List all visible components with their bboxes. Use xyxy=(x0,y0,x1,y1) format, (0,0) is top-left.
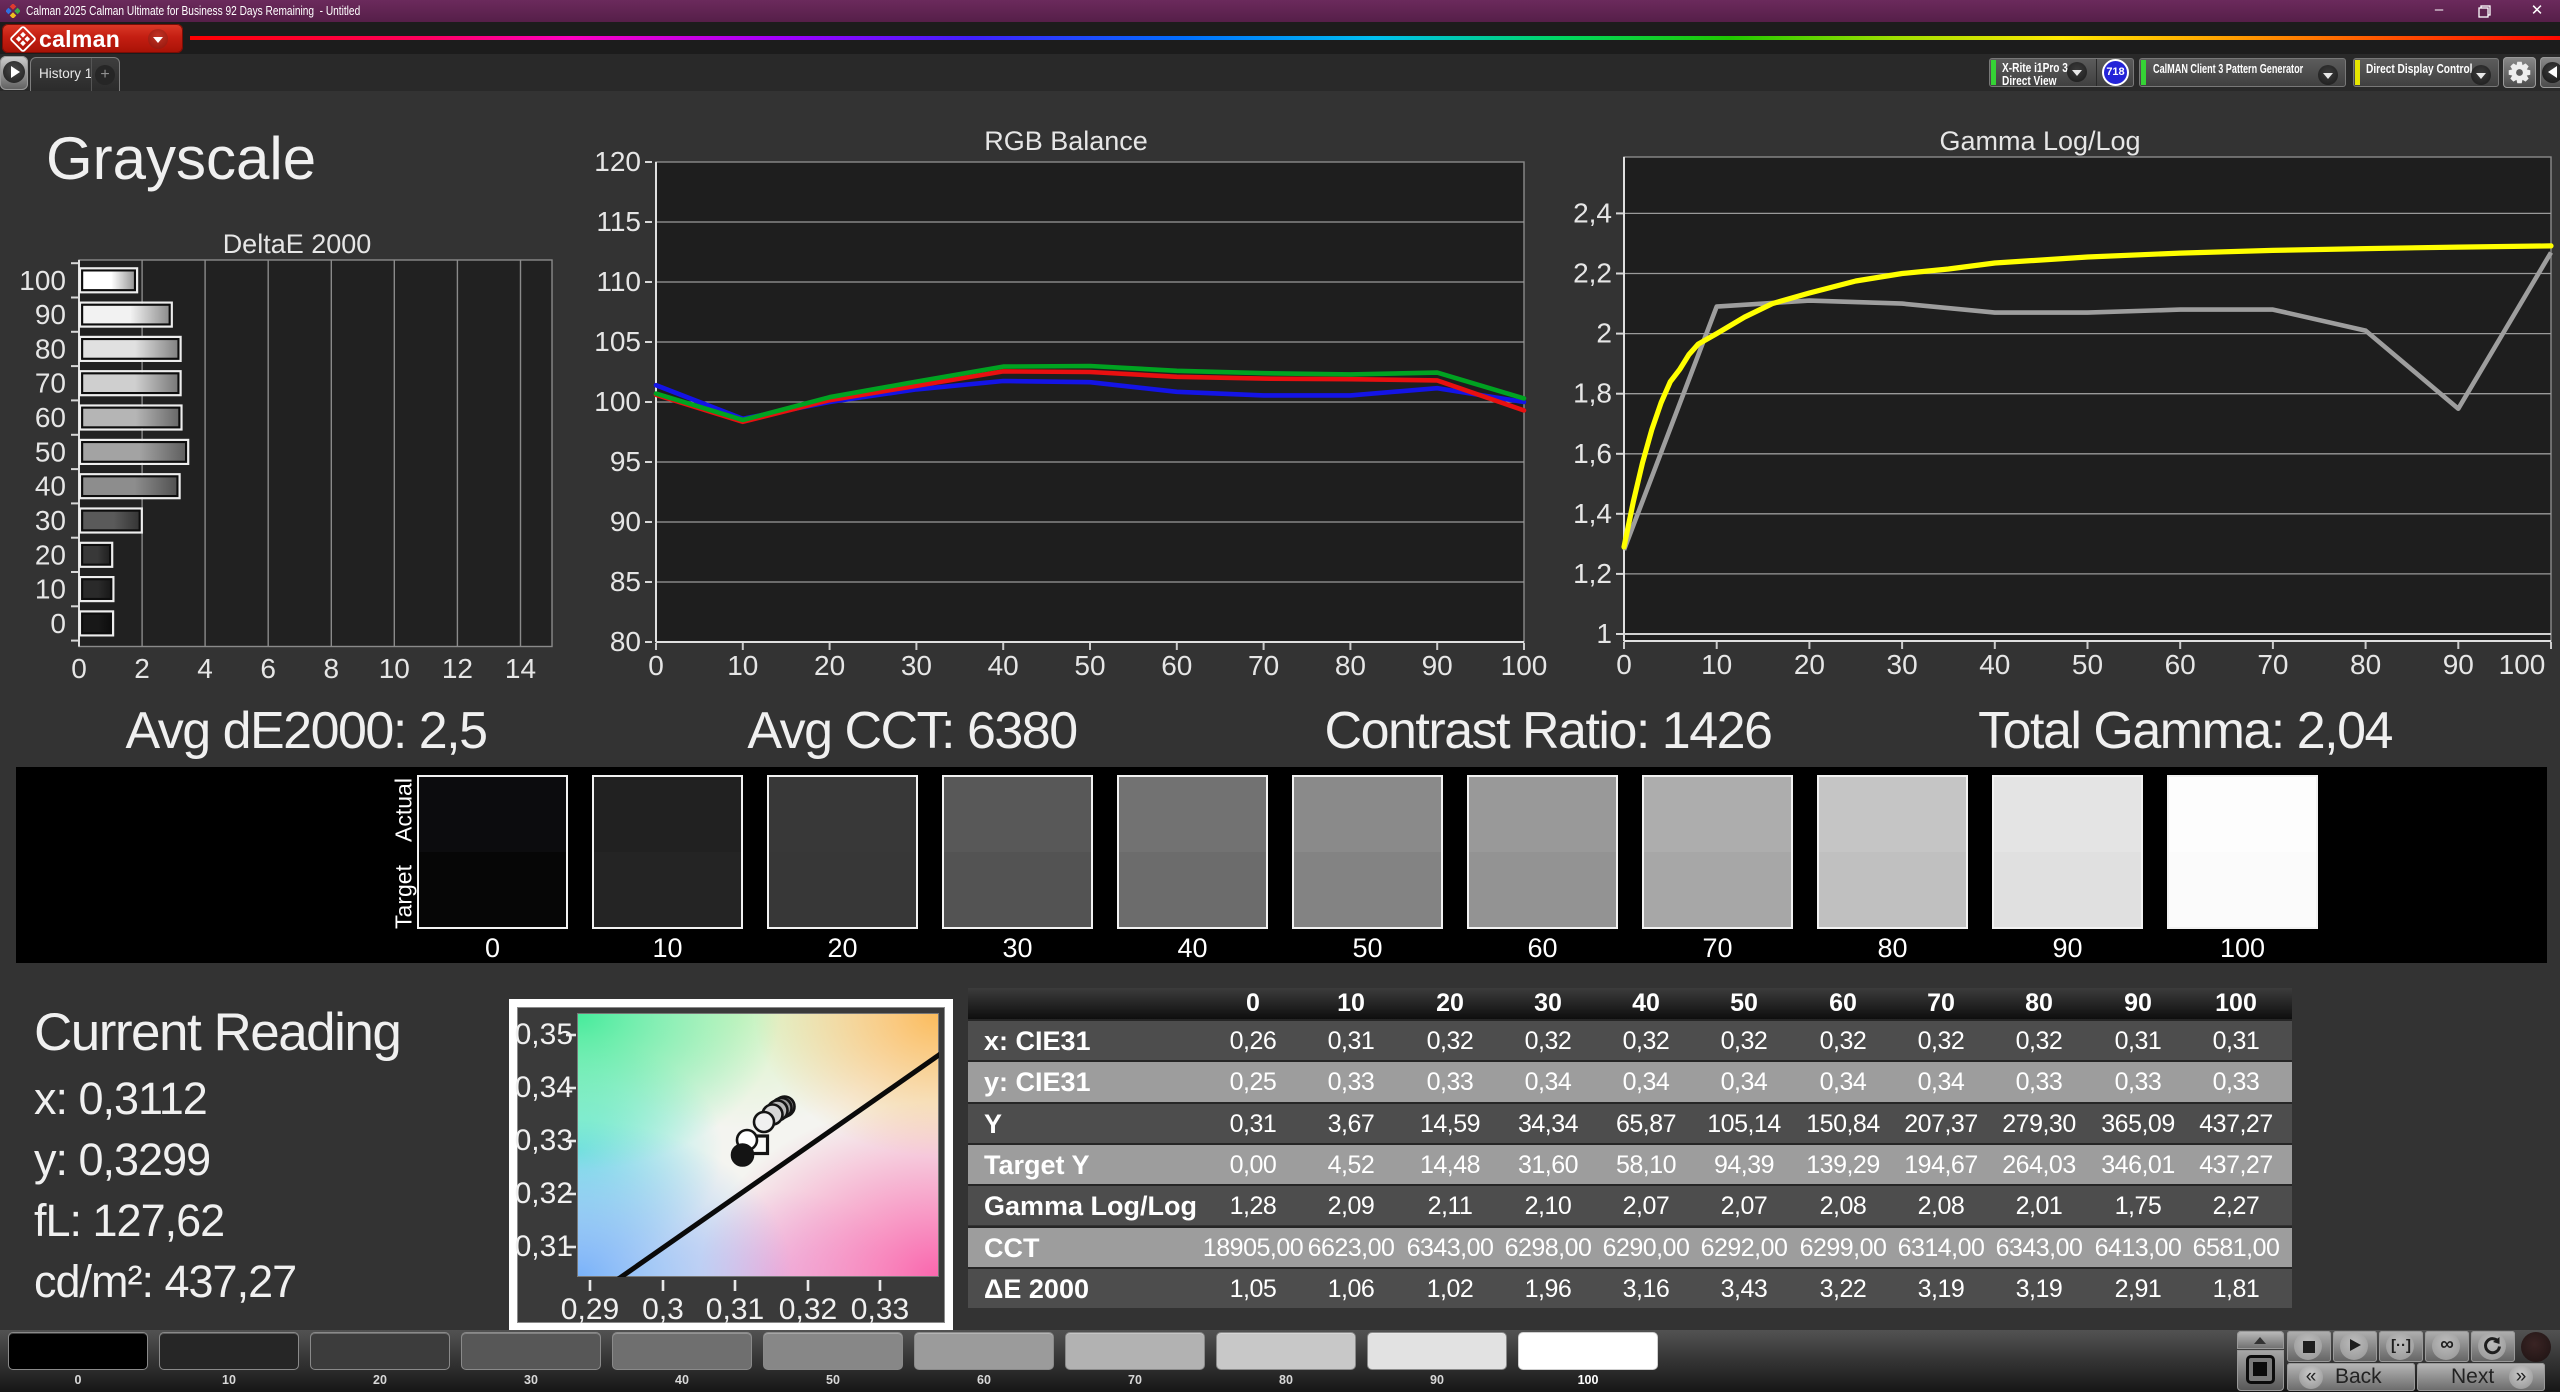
svg-text:115: 115 xyxy=(596,206,641,237)
svg-text:Gamma Log/Log: Gamma Log/Log xyxy=(1939,126,2140,156)
svg-text:14: 14 xyxy=(505,653,536,684)
svg-text:70: 70 xyxy=(1248,650,1279,681)
svg-text:0: 0 xyxy=(71,653,87,684)
svg-text:90: 90 xyxy=(2443,649,2474,680)
svg-text:10: 10 xyxy=(35,574,66,605)
svg-text:0: 0 xyxy=(648,650,664,681)
svg-text:40: 40 xyxy=(35,471,66,502)
svg-text:90: 90 xyxy=(1422,650,1453,681)
svg-text:60: 60 xyxy=(35,402,66,433)
svg-text:1,2: 1,2 xyxy=(1573,558,1612,589)
svg-text:100: 100 xyxy=(2499,649,2546,680)
svg-text:1,4: 1,4 xyxy=(1573,498,1612,529)
svg-text:80: 80 xyxy=(2350,649,2381,680)
svg-text:120: 120 xyxy=(594,146,641,177)
svg-text:6: 6 xyxy=(260,653,276,684)
svg-text:10: 10 xyxy=(727,650,758,681)
svg-text:90: 90 xyxy=(35,299,66,330)
svg-text:30: 30 xyxy=(35,505,66,536)
svg-text:85: 85 xyxy=(610,566,641,597)
svg-text:100: 100 xyxy=(1501,650,1548,681)
svg-text:2,4: 2,4 xyxy=(1573,197,1612,228)
svg-text:110: 110 xyxy=(596,266,641,297)
svg-text:1,8: 1,8 xyxy=(1573,378,1612,409)
svg-text:20: 20 xyxy=(35,539,66,570)
svg-text:2: 2 xyxy=(134,653,150,684)
svg-text:40: 40 xyxy=(1979,649,2010,680)
svg-text:80: 80 xyxy=(610,626,641,657)
svg-text:8: 8 xyxy=(324,653,340,684)
svg-text:105: 105 xyxy=(594,326,641,357)
svg-text:60: 60 xyxy=(2165,649,2196,680)
svg-text:1: 1 xyxy=(1596,618,1612,649)
svg-text:DeltaE 2000: DeltaE 2000 xyxy=(223,229,372,259)
svg-text:100: 100 xyxy=(19,265,66,296)
svg-text:2: 2 xyxy=(1596,318,1612,349)
svg-text:0: 0 xyxy=(50,608,66,639)
svg-text:70: 70 xyxy=(35,368,66,399)
svg-text:50: 50 xyxy=(1074,650,1105,681)
svg-text:90: 90 xyxy=(610,506,641,537)
svg-text:20: 20 xyxy=(814,650,845,681)
svg-text:80: 80 xyxy=(1335,650,1366,681)
svg-text:70: 70 xyxy=(2257,649,2288,680)
svg-text:50: 50 xyxy=(35,436,66,467)
svg-text:0: 0 xyxy=(1616,649,1632,680)
svg-text:20: 20 xyxy=(1794,649,1825,680)
svg-text:4: 4 xyxy=(197,653,213,684)
svg-text:2,2: 2,2 xyxy=(1573,258,1612,289)
svg-text:30: 30 xyxy=(901,650,932,681)
svg-text:60: 60 xyxy=(1161,650,1192,681)
svg-text:10: 10 xyxy=(1701,649,1732,680)
svg-text:40: 40 xyxy=(988,650,1019,681)
svg-text:10: 10 xyxy=(379,653,410,684)
svg-text:1,6: 1,6 xyxy=(1573,438,1612,469)
svg-text:95: 95 xyxy=(610,446,641,477)
svg-text:80: 80 xyxy=(35,333,66,364)
svg-text:30: 30 xyxy=(1887,649,1918,680)
svg-text:RGB Balance: RGB Balance xyxy=(984,126,1148,156)
svg-text:100: 100 xyxy=(594,386,641,417)
svg-text:12: 12 xyxy=(442,653,473,684)
svg-text:50: 50 xyxy=(2072,649,2103,680)
